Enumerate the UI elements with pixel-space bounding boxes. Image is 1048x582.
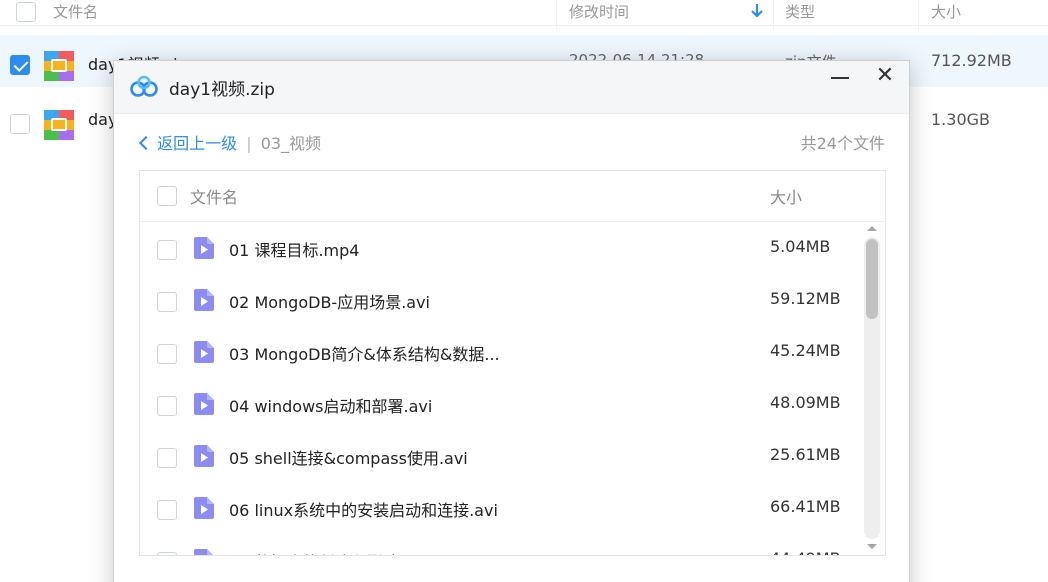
row-checkbox[interactable]: [157, 448, 177, 468]
file-list-header: 文件名 修改时间 类型 大小: [0, 0, 1048, 30]
baidu-netdisk-logo-icon: [129, 75, 159, 103]
row-checkbox[interactable]: [157, 396, 177, 416]
list-item[interactable]: 04 windows启动和部署.avi 48.09MB: [140, 379, 860, 431]
list-item[interactable]: 01 课程目标.mp4 5.04MB: [140, 223, 860, 275]
dialog-title-bar[interactable]: day1视频.zip ✕: [114, 61, 909, 114]
row-checkbox[interactable]: [157, 292, 177, 312]
file-size: 45.24MB: [770, 341, 841, 360]
file-size: 44.49MB: [770, 549, 841, 555]
select-all-checkbox[interactable]: [16, 2, 36, 22]
file-name[interactable]: 01 课程目标.mp4: [229, 237, 359, 261]
video-file-icon: [194, 237, 214, 263]
zip-file-icon: [44, 51, 74, 85]
select-all-checkbox[interactable]: [157, 186, 177, 206]
file-name[interactable]: 05 shell连接&compass使用.avi: [229, 445, 468, 469]
back-button[interactable]: 返回上一级: [157, 134, 237, 153]
row-checkbox[interactable]: [157, 240, 177, 260]
column-size: 大小: [770, 188, 803, 207]
breadcrumb-divider: |: [246, 134, 252, 153]
file-name[interactable]: 03 MongoDB简介&体系结构&数据...: [229, 341, 500, 365]
file-size: 1.30GB: [931, 110, 990, 129]
scroll-up-arrow-icon[interactable]: [867, 226, 877, 231]
breadcrumb: 返回上一级 | 03_视频: [138, 130, 321, 154]
header-name[interactable]: 文件名: [53, 0, 98, 26]
header-divider: [556, 0, 557, 30]
list-item[interactable]: 06 linux系统中的安装启动和连接.avi 66.41MB: [140, 483, 860, 535]
file-size: 48.09MB: [770, 393, 841, 412]
column-name: 文件名: [190, 188, 239, 207]
list-item[interactable]: 05 shell连接&compass使用.avi 25.61MB: [140, 431, 860, 483]
archive-file-table: 文件名 大小 01 课程目标.mp4 5.04MB 02 MongoDB-应用场景.…: [139, 170, 886, 556]
zip-preview-dialog: day1视频.zip ✕ 返回上一级 | 03_视频 共24个文件 文件名 大小…: [113, 60, 910, 582]
header-size[interactable]: 大小: [931, 0, 961, 26]
current-folder: 03_视频: [260, 134, 322, 153]
table-header: 文件名 大小: [140, 171, 885, 222]
row-checkbox[interactable]: [10, 55, 30, 75]
file-name[interactable]: 02 MongoDB-应用场景.avi: [229, 289, 430, 313]
list-item[interactable]: 02 MongoDB-应用场景.avi 59.12MB: [140, 275, 860, 327]
scroll-down-arrow-icon[interactable]: [867, 544, 877, 549]
video-file-icon: [194, 341, 214, 367]
file-count: 共24个文件: [800, 134, 885, 153]
header-divider: [918, 0, 919, 30]
close-button[interactable]: ✕: [872, 65, 898, 91]
video-file-icon: [194, 289, 214, 315]
list-item[interactable]: 07 数据库的创建和删除.avi 44.49MB: [140, 535, 860, 555]
header-type[interactable]: 类型: [785, 0, 815, 26]
chevron-left-icon[interactable]: [138, 135, 154, 151]
video-file-icon: [194, 497, 214, 523]
row-checkbox[interactable]: [10, 114, 30, 134]
video-file-icon: [194, 549, 214, 555]
row-checkbox[interactable]: [157, 500, 177, 520]
file-size: 59.12MB: [770, 289, 841, 308]
file-size: 66.41MB: [770, 497, 841, 516]
file-name[interactable]: 04 windows启动和部署.avi: [229, 393, 432, 417]
file-size: 5.04MB: [770, 237, 831, 256]
row-checkbox[interactable]: [157, 552, 177, 555]
file-size: 25.61MB: [770, 445, 841, 464]
file-name[interactable]: 06 linux系统中的安装启动和连接.avi: [229, 497, 498, 521]
list-item[interactable]: 03 MongoDB简介&体系结构&数据... 45.24MB: [140, 327, 860, 379]
minimize-button[interactable]: [828, 63, 854, 89]
header-divider: [773, 0, 774, 30]
zip-file-icon: [44, 110, 74, 144]
dialog-title: day1视频.zip: [169, 80, 275, 100]
file-name[interactable]: 07 数据库的创建和删除.avi: [229, 549, 427, 555]
video-file-icon: [194, 445, 214, 471]
row-checkbox[interactable]: [157, 344, 177, 364]
scrollbar-thumb[interactable]: [866, 239, 878, 319]
header-modified[interactable]: 修改时间: [569, 0, 629, 26]
video-file-icon: [194, 393, 214, 419]
file-size: 712.92MB: [931, 51, 1012, 70]
arrow-down-icon[interactable]: [750, 3, 764, 23]
